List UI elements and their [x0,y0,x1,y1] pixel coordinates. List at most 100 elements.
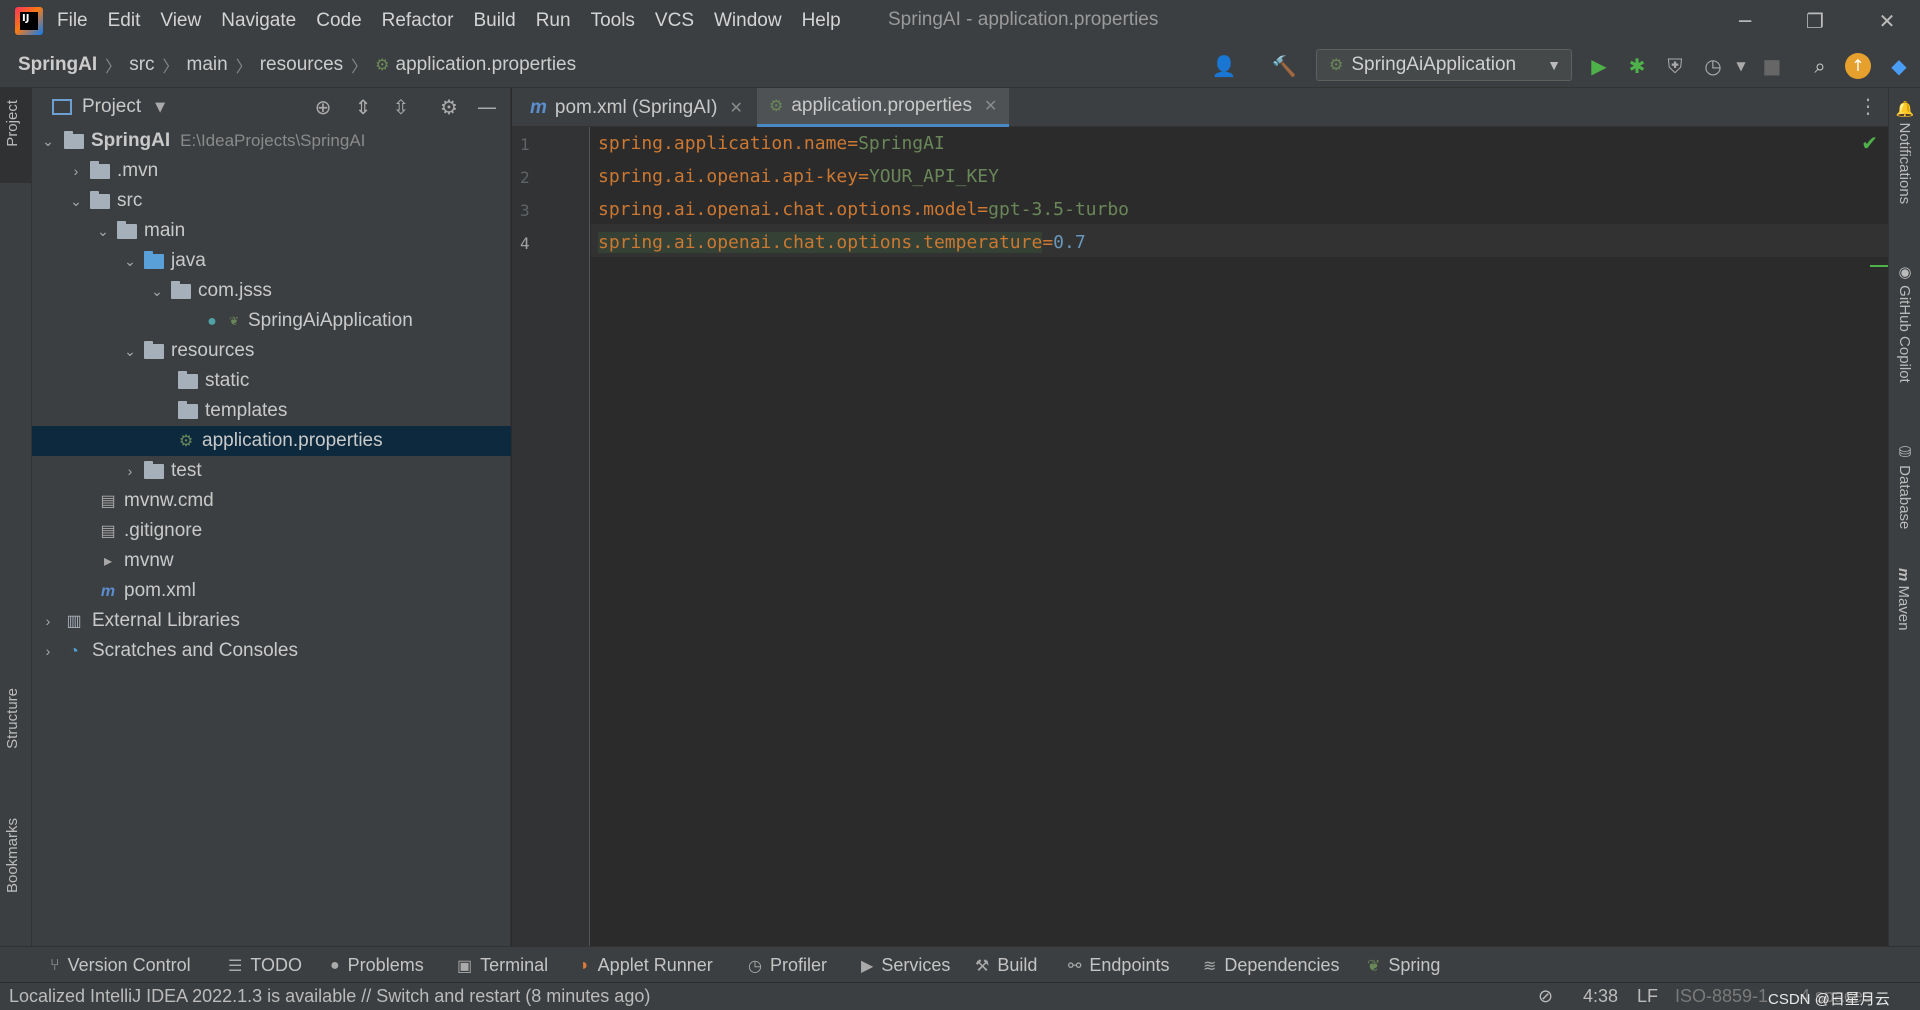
tree-item-static[interactable]: static [32,366,511,396]
folder-icon [90,160,110,179]
chevron-down-icon: ⌄ [151,282,163,299]
menu-run[interactable]: Run [536,10,571,32]
file-encoding[interactable]: ISO-8859-1 [1675,986,1768,1007]
tool-spring[interactable]: ❦ Spring [1367,955,1440,976]
tool-problems[interactable]: ● Problems [330,955,424,976]
tool-tab-bookmarks[interactable]: Bookmarks [4,818,21,893]
project-panel-title[interactable]: Project [82,96,141,118]
menu-tools[interactable]: Tools [591,10,635,32]
expand-all-icon[interactable]: ⇕ [350,94,376,120]
tree-item-java[interactable]: ⌄ java [32,246,511,276]
tool-tab-database[interactable]: ⛁ Database [1895,443,1913,529]
tool-terminal[interactable]: ▣ Terminal [457,955,548,976]
tool-endpoints[interactable]: ⚯ Endpoints [1068,955,1169,976]
tree-item-package[interactable]: ⌄ com.jsss [32,276,511,306]
tool-tab-structure[interactable]: Structure [4,688,21,749]
tree-item-pom[interactable]: m pom.xml [32,576,511,606]
code-editor[interactable]: spring.application.name=SpringAI spring.… [591,127,1888,946]
run-config-select[interactable]: ⚙ SpringAiApplication ▼ [1316,49,1572,81]
tree-item-gitignore[interactable]: ▤ .gitignore [32,516,511,546]
line-number: 1 [520,135,530,154]
check-icon[interactable]: ✔ [1861,131,1878,155]
tree-item-main-class[interactable]: ● ❦ SpringAiApplication [32,306,511,336]
hammer-icon: ⚒ [975,957,990,975]
tree-item-mvnw-cmd[interactable]: ▤ mvnw.cmd [32,486,511,516]
run-icon[interactable]: ▶ [1585,52,1613,80]
code-line: spring.ai.openai.api-key=YOUR_API_KEY [598,160,999,193]
minimize-icon[interactable]: ─ [1730,6,1760,36]
locate-icon[interactable]: ⊕ [310,94,336,120]
tool-todo[interactable]: ☰ TODO [228,955,302,976]
stop-icon[interactable]: ■ [1758,52,1786,80]
tool-tab-label: Notifications [1896,122,1913,205]
coverage-icon[interactable]: ⛨ [1661,52,1689,80]
update-icon[interactable]: ↑ [1845,53,1871,79]
close-icon[interactable]: ✕ [730,98,743,118]
menu-build[interactable]: Build [473,10,515,32]
menu-code[interactable]: Code [316,10,361,32]
breadcrumb-src[interactable]: src [129,54,154,76]
menu-refactor[interactable]: Refactor [382,10,454,32]
tree-item-mvnw[interactable]: ▸ mvnw [32,546,511,576]
tab-application-properties[interactable]: ⚙ application.properties ✕ [757,88,1010,127]
tree-item-templates[interactable]: templates [32,396,511,426]
tree-item-resources[interactable]: ⌄ resources [32,336,511,366]
equals-sign: = [847,133,859,154]
gear-icon[interactable]: ⚙ [436,94,462,120]
tool-tab-github-copilot[interactable]: ◉ GitHub Copilot [1895,263,1913,383]
tree-item-label: .gitignore [124,520,203,541]
tool-tab-project[interactable]: Project [4,100,21,147]
no-copilot-icon[interactable]: ⊘ [1538,986,1553,1007]
breadcrumb-main[interactable]: main [187,54,228,76]
breadcrumb-project[interactable]: SpringAI [18,54,97,76]
user-icon[interactable]: 👤 [1210,52,1238,80]
tree-item-application-properties[interactable]: ⚙ application.properties [32,426,511,456]
tool-label: Services [881,955,951,975]
menu-edit[interactable]: Edit [108,10,141,32]
tool-tab-notifications[interactable]: 🔔 Notifications [1895,100,1913,204]
breadcrumb-file[interactable]: application.properties [396,54,577,76]
tool-profiler[interactable]: ◷ Profiler [748,955,827,976]
tab-label: pom.xml (SpringAI) [554,96,718,118]
spring-boot-class-icon: ● [207,312,217,330]
jetbrains-toolbox-icon[interactable]: ◆ [1885,52,1913,80]
tree-item-external-libraries[interactable]: › ▥ External Libraries [32,606,511,636]
search-icon[interactable]: ⌕ [1806,52,1834,80]
tool-build[interactable]: ⚒ Build [975,955,1037,976]
build-hammer-icon[interactable]: 🔨 [1270,52,1298,80]
tool-dependencies[interactable]: ≋ Dependencies [1203,955,1340,976]
tab-pom-xml[interactable]: m pom.xml (SpringAI) ✕ [518,88,755,127]
chevron-down-icon[interactable]: ▼ [155,100,165,115]
tool-tab-maven[interactable]: m Maven [1895,568,1912,631]
status-message[interactable]: Localized IntelliJ IDEA 2022.1.3 is avai… [9,986,650,1007]
tool-applet-runner[interactable]: ◗ Applet Runner [580,955,713,976]
menu-window[interactable]: Window [714,10,782,32]
breadcrumb-resources[interactable]: resources [260,54,343,76]
hide-panel-icon[interactable]: — [474,94,500,120]
caret-position[interactable]: 4:38 [1583,986,1618,1007]
collapse-all-icon[interactable]: ⇳ [388,94,414,120]
tool-tab-label: GitHub Copilot [1896,285,1913,383]
menu-file[interactable]: File [57,10,88,32]
tree-item-test[interactable]: › test [32,456,511,486]
menu-help[interactable]: Help [802,10,841,32]
tree-item-scratches[interactable]: › ◔ Scratches and Consoles [32,636,511,666]
tree-item-project-root[interactable]: ⌄ SpringAI E:\IdeaProjects\SpringAI [32,126,511,156]
tool-version-control[interactable]: ⑂ Version Control [50,955,191,976]
close-icon[interactable]: ✕ [1872,6,1902,36]
chevron-down-icon: ⌄ [124,342,136,359]
tree-item-main[interactable]: ⌄ main [32,216,511,246]
tool-services[interactable]: ▶ Services [861,955,950,976]
profile-icon[interactable]: ◷ [1699,52,1727,80]
close-icon[interactable]: ✕ [984,96,997,116]
line-separator[interactable]: LF [1637,986,1658,1007]
debug-icon[interactable]: ✱ [1623,52,1651,80]
menu-view[interactable]: View [160,10,201,32]
menu-navigate[interactable]: Navigate [221,10,296,32]
menu-vcs[interactable]: VCS [655,10,694,32]
tree-item-mvn[interactable]: › .mvn [32,156,511,186]
tree-item-src[interactable]: ⌄ src [32,186,511,216]
more-run-options-icon[interactable]: ▼ [1727,52,1755,80]
restore-icon[interactable]: ❐ [1800,6,1830,36]
more-tabs-icon[interactable]: ⋮ [1858,94,1878,118]
